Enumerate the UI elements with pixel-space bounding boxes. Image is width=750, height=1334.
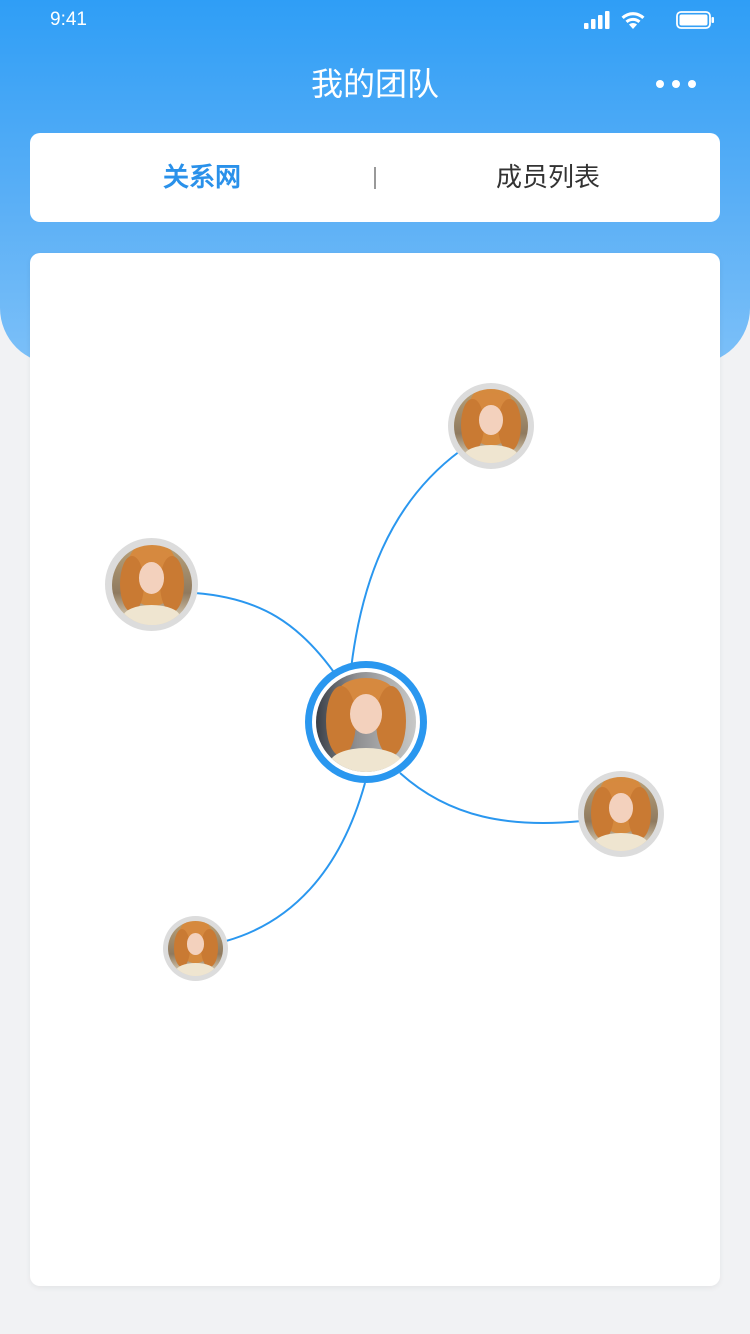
- more-button[interactable]: [656, 72, 696, 96]
- tab-network[interactable]: 关系网: [30, 158, 374, 198]
- link-left: [194, 592, 339, 679]
- member-photo: [168, 921, 223, 976]
- member-avatar[interactable]: [163, 916, 228, 981]
- member-photo: [454, 389, 528, 463]
- status-time: 9:41: [50, 9, 87, 30]
- network-graph-card: [30, 253, 720, 1286]
- tab-member-list[interactable]: 成员列表: [376, 158, 720, 198]
- member-avatar[interactable]: [448, 383, 534, 469]
- center-member-avatar[interactable]: [305, 661, 427, 783]
- member-photo: [584, 777, 658, 851]
- page-title: 我的团队: [310, 65, 439, 103]
- wifi-icon: [621, 12, 645, 29]
- link-top-right: [349, 450, 461, 679]
- member-photo: [111, 544, 192, 625]
- more-dot: [688, 80, 696, 88]
- member-photo: [316, 672, 416, 772]
- more-dots-icon: [656, 80, 664, 88]
- member-avatar[interactable]: [578, 771, 664, 857]
- screen: 9:41 我的团队 关系网 成员列表: [0, 0, 750, 1334]
- member-avatar[interactable]: [105, 538, 198, 631]
- more-dot: [672, 80, 680, 88]
- link-right: [399, 772, 583, 825]
- status-bar: 9:41: [0, 0, 750, 40]
- signal-icon: [584, 11, 610, 29]
- battery-icon: [676, 11, 714, 29]
- avatar-ring: [312, 668, 420, 776]
- tab-bar: 关系网 成员列表: [30, 133, 720, 222]
- link-bottom-left: [225, 782, 366, 942]
